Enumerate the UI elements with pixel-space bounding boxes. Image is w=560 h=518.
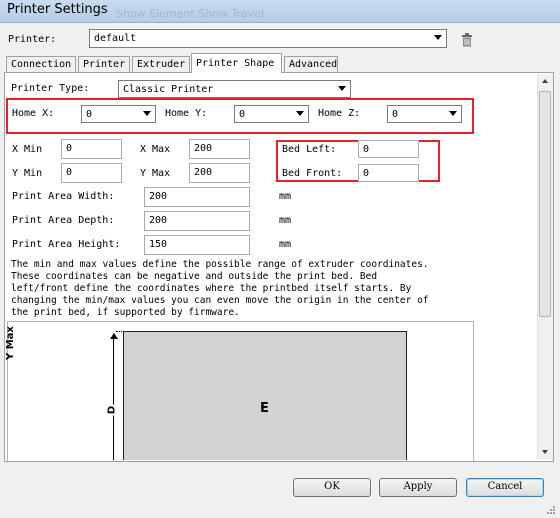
bed-front-input[interactable]: 0 <box>358 164 419 182</box>
scroll-down-button[interactable] <box>538 445 553 460</box>
tab-printer[interactable]: Printer <box>78 56 130 72</box>
description-line: left/front define the coordinates where … <box>11 283 412 294</box>
arrow-down-icon <box>542 450 548 454</box>
cancel-button[interactable]: Cancel <box>466 478 544 497</box>
description-line: changing the min/max values you can even… <box>11 295 429 306</box>
ok-button[interactable]: OK <box>293 478 371 497</box>
printer-label: Printer: <box>8 34 57 45</box>
print-area-height-unit: mm <box>279 239 292 250</box>
bed-front-label: Bed Front: <box>282 168 343 179</box>
x-max-label: X Max <box>140 144 171 155</box>
x-min-input[interactable]: 0 <box>61 139 122 159</box>
home-x-value: 0 <box>86 109 93 120</box>
tab-extruder[interactable]: Extruder <box>132 56 190 72</box>
panel-scrollbar[interactable] <box>537 74 553 460</box>
printer-type-select[interactable]: Classic Printer <box>118 80 351 98</box>
x-max-input[interactable]: 200 <box>189 139 250 159</box>
x-min-label: X Min <box>12 144 43 155</box>
depth-label: D <box>106 404 121 416</box>
tab-connection[interactable]: Connection <box>6 56 76 72</box>
chevron-down-icon <box>338 86 346 91</box>
home-y-label: Home Y: <box>165 108 208 119</box>
print-area-depth-input[interactable]: 200 <box>144 211 250 231</box>
tab-printer-shape[interactable]: Printer Shape <box>191 53 282 73</box>
description-line: These coordinates can be negative and ou… <box>11 271 378 282</box>
chevron-down-icon <box>296 111 304 116</box>
description-line: The min and max values define the possib… <box>11 259 429 270</box>
arrow-up-icon <box>110 333 118 339</box>
apply-button[interactable]: Apply <box>379 478 457 497</box>
y-min-input[interactable]: 0 <box>61 163 122 183</box>
y-max-label: Y Max <box>140 168 171 179</box>
arrow-up-icon <box>542 79 548 83</box>
print-area-width-label: Print Area Width: <box>12 191 115 202</box>
background-ghost-text: Show Element Show Travel <box>116 7 265 20</box>
description-line: the print bed, if supported by firmware. <box>11 307 240 318</box>
scroll-up-button[interactable] <box>538 74 553 89</box>
chevron-down-icon <box>434 35 442 40</box>
print-area-height-label: Print Area Height: <box>12 239 121 250</box>
chevron-down-icon <box>143 111 151 116</box>
print-area-depth-unit: mm <box>279 215 292 226</box>
printer-select[interactable]: default <box>89 29 447 48</box>
y-max-axis-label: Y Max <box>5 326 16 360</box>
printer-type-value: Classic Printer <box>123 84 214 95</box>
home-z-value: 0 <box>392 109 399 120</box>
scroll-thumb[interactable] <box>539 91 551 317</box>
description-text: The min and max values define the possib… <box>11 259 481 319</box>
y-min-label: Y Min <box>12 168 43 179</box>
home-z-select[interactable]: 0 <box>387 105 462 123</box>
printer-select-value: default <box>94 33 137 44</box>
home-x-label: Home X: <box>12 108 55 119</box>
bed-e-label: E <box>260 401 269 416</box>
print-bed-rect <box>123 331 407 460</box>
print-area-width-input[interactable]: 200 <box>144 187 250 207</box>
resize-grip-icon[interactable] <box>546 505 556 515</box>
home-z-label: Home Z: <box>318 108 361 119</box>
y-max-input[interactable]: 200 <box>189 163 250 183</box>
home-x-select[interactable]: 0 <box>81 105 156 123</box>
title-bar: Printer Settings Show Element Show Trave… <box>0 0 560 23</box>
tab-advanced[interactable]: Advanced <box>284 56 338 72</box>
chevron-down-icon <box>449 111 457 116</box>
print-area-width-unit: mm <box>279 191 292 202</box>
bed-left-label: Bed Left: <box>282 144 337 155</box>
home-y-select[interactable]: 0 <box>234 105 309 123</box>
bed-left-input[interactable]: 0 <box>358 140 419 158</box>
depth-dimension-line <box>113 334 114 460</box>
printer-type-label: Printer Type: <box>11 83 90 94</box>
window-title: Printer Settings <box>7 2 108 17</box>
print-area-depth-label: Print Area Depth: <box>12 215 115 226</box>
trash-icon[interactable] <box>461 33 473 47</box>
print-area-height-input[interactable]: 150 <box>144 235 250 255</box>
home-y-value: 0 <box>239 109 246 120</box>
